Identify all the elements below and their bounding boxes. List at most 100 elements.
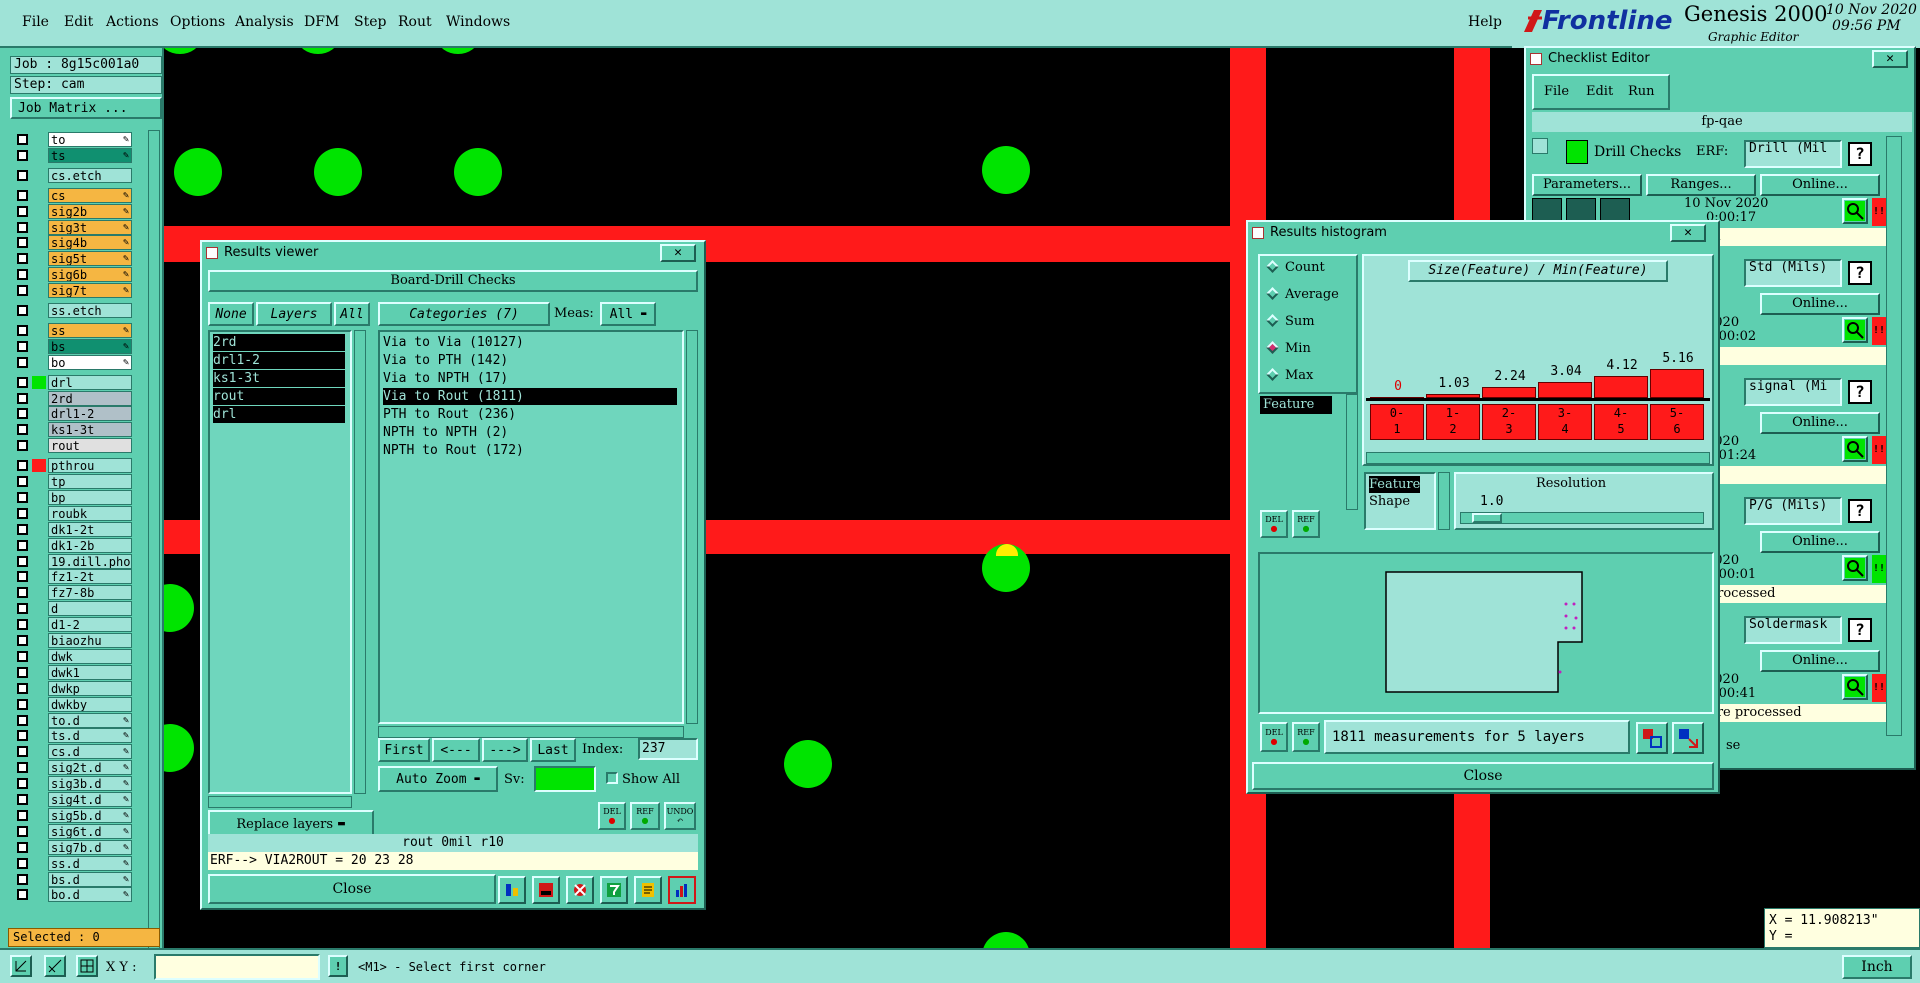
layer-color-swatch[interactable] <box>32 650 46 663</box>
meas-selector[interactable]: All ▬ <box>600 302 656 326</box>
layer-name[interactable]: biaozhu <box>48 633 132 648</box>
hist-del-button[interactable]: DEL ● <box>1260 510 1288 538</box>
layer-color-swatch[interactable] <box>32 252 46 265</box>
highlight-icon[interactable] <box>498 876 526 904</box>
layer-color-swatch[interactable] <box>32 777 46 790</box>
category-item[interactable]: NPTH to Rout (172) <box>383 442 677 459</box>
layer-color-swatch[interactable] <box>32 189 46 202</box>
histogram-bin-label[interactable]: 1- 2 <box>1426 404 1480 440</box>
layer-checkbox[interactable] <box>17 730 28 742</box>
online-button[interactable]: Online... <box>1760 412 1880 434</box>
layer-name[interactable]: dwk1 <box>48 664 132 680</box>
layer-row[interactable]: ts ✎ <box>14 147 132 163</box>
layer-checkbox[interactable] <box>17 408 28 420</box>
category-item[interactable]: Via to Via (10127) <box>383 334 677 351</box>
histogram-close-x[interactable]: ✕ <box>1670 224 1706 242</box>
layer-checkbox[interactable] <box>17 857 28 869</box>
layer-checkbox[interactable] <box>17 169 28 181</box>
layer-row[interactable]: bs.d ✎ <box>14 871 132 887</box>
job-matrix-button[interactable]: Job Matrix ... <box>10 97 162 119</box>
checklist-close-button[interactable]: ✕ <box>1872 50 1908 68</box>
layer-name[interactable]: sig7t ✎ <box>48 283 132 299</box>
layer-color-swatch[interactable] <box>32 729 46 742</box>
layer-row[interactable]: dwkby <box>14 696 132 712</box>
layer-color-swatch[interactable] <box>32 169 46 182</box>
layer-checkbox[interactable] <box>17 460 28 472</box>
menu-edit[interactable]: Edit <box>64 14 93 30</box>
help-icon[interactable]: ? <box>1848 618 1872 642</box>
layer-name[interactable]: dk1-2t <box>48 521 132 537</box>
layer-color-swatch[interactable] <box>32 268 46 281</box>
histogram-bar[interactable] <box>1482 387 1536 398</box>
layer-checkbox[interactable] <box>17 269 28 281</box>
layer-name[interactable]: pthrou <box>48 458 132 474</box>
layer-checkbox[interactable] <box>17 873 28 885</box>
layer-row[interactable]: bs ✎ <box>14 338 132 354</box>
layer-color-swatch[interactable] <box>32 423 46 436</box>
menu-rout[interactable]: Rout <box>398 14 432 30</box>
layer-name[interactable]: bs.d ✎ <box>48 871 132 887</box>
layer-row[interactable]: dwk1 <box>14 664 132 680</box>
layer-result-list[interactable]: 2rd drl1-2 ks1-3t rout drl <box>208 330 352 794</box>
layer-row[interactable]: sig6b ✎ <box>14 267 132 283</box>
layer-row[interactable]: ss.etch <box>14 303 132 318</box>
layer-checkbox[interactable] <box>17 491 28 503</box>
layer-name[interactable]: sig3b.d ✎ <box>48 776 132 792</box>
mode-radio-max[interactable]: Max <box>1266 366 1313 386</box>
layer-name[interactable]: ss ✎ <box>48 322 132 338</box>
layer-row[interactable]: pthrou <box>14 458 132 474</box>
layer-checkbox[interactable] <box>17 650 28 662</box>
layer-checkbox[interactable] <box>17 809 28 821</box>
layer-color-swatch[interactable] <box>32 304 46 317</box>
erf-field[interactable]: Soldermask <box>1744 616 1842 644</box>
layer-color-swatch[interactable] <box>32 507 46 520</box>
layer-row[interactable]: sig6t.d ✎ <box>14 823 132 839</box>
layer-row[interactable]: rout <box>14 438 132 454</box>
layer-color-swatch[interactable] <box>32 356 46 369</box>
layer-checkbox[interactable] <box>17 682 28 694</box>
layer-checkbox[interactable] <box>17 253 28 265</box>
layer-row[interactable]: dk1-2b <box>14 537 132 553</box>
layer-color-swatch[interactable] <box>32 698 46 711</box>
layer-name[interactable]: ss.d ✎ <box>48 855 132 871</box>
layer-checkbox[interactable] <box>17 825 28 837</box>
clear-icon[interactable] <box>566 876 594 904</box>
checklist-menu-run[interactable]: Run <box>1628 84 1655 99</box>
layer-checkbox[interactable] <box>17 841 28 853</box>
layer-row[interactable]: cs.etch <box>14 167 132 183</box>
layer-name[interactable]: sig6b ✎ <box>48 267 132 283</box>
layers-tab[interactable]: Layers <box>256 302 332 326</box>
layer-name[interactable]: 2rd <box>48 390 132 406</box>
erf-field[interactable]: signal (Mi <box>1744 378 1842 406</box>
layer-color-swatch[interactable] <box>32 475 46 488</box>
layer-name[interactable]: sig2t.d ✎ <box>48 760 132 776</box>
filter-icon[interactable] <box>600 876 628 904</box>
layer-name[interactable]: tp <box>48 474 132 489</box>
layer-checkbox[interactable] <box>17 698 28 710</box>
layer-color-swatch[interactable] <box>32 459 46 473</box>
histogram-bin-label[interactable]: 5- 6 <box>1650 404 1704 440</box>
layer-name[interactable]: drl <box>48 374 132 390</box>
histogram-bin-label[interactable]: 4- 5 <box>1594 404 1648 440</box>
layer-color-swatch[interactable] <box>32 666 46 679</box>
layer-color-swatch[interactable] <box>32 491 46 504</box>
layer-row[interactable]: sig5b.d ✎ <box>14 807 132 823</box>
layer-row[interactable]: ts.d ✎ <box>14 728 132 744</box>
mode-radio-sum[interactable]: Sum <box>1266 312 1315 332</box>
layer-checkbox[interactable] <box>17 324 28 336</box>
resolution-slider[interactable] <box>1460 512 1704 524</box>
layer-name[interactable]: cs.d ✎ <box>48 744 132 760</box>
layers-all-button[interactable]: All <box>334 302 370 326</box>
layer-row[interactable]: tp <box>14 474 132 489</box>
ranges-button[interactable]: Ranges... <box>1646 174 1756 196</box>
layer-color-swatch[interactable] <box>32 236 46 249</box>
layer-color-swatch[interactable] <box>32 586 46 599</box>
units-selector[interactable]: Inch <box>1842 955 1912 979</box>
xy-input[interactable] <box>154 954 320 980</box>
layer-color-swatch[interactable] <box>32 873 46 886</box>
layer-name[interactable]: fz1-2t <box>48 569 132 585</box>
attribute-feature-label[interactable]: Feature <box>1260 396 1332 414</box>
layer-name[interactable]: bp <box>48 489 132 505</box>
category-list[interactable]: Via to Via (10127) Via to PTH (142) Via to… <box>378 330 684 724</box>
mode-radio-count[interactable]: Count <box>1266 258 1325 278</box>
